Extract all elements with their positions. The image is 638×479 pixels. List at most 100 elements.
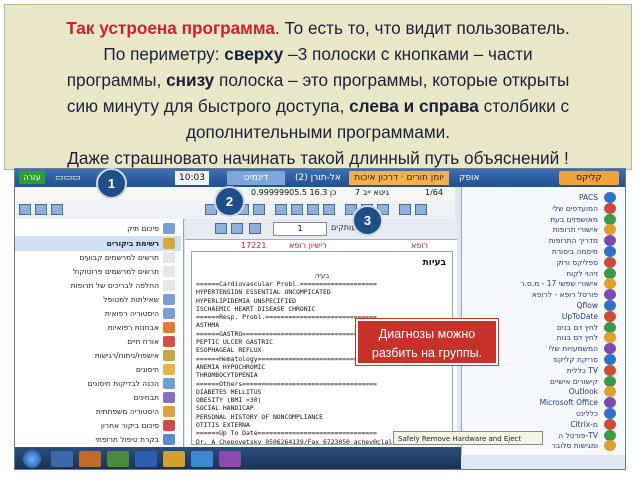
callout-line2: разбить на группы. (371, 346, 483, 360)
tree-item[interactable]: אורח חיים (15, 334, 181, 349)
caption-line4a: сию минуту для быстрого доступа, (66, 96, 350, 116)
lab-icon[interactable] (291, 204, 303, 215)
tree-item[interactable]: תרשים למרשמים קבועים (15, 250, 181, 265)
caption-line2a: По периметру: (103, 44, 225, 64)
vaccine-prep-icon (163, 378, 175, 389)
tree-item[interactable]: היסטוריה משפחתית (15, 404, 181, 419)
tree-item-label: בקרת טיפול תרופתי (95, 435, 159, 444)
tree-item[interactable]: תבחינים (15, 390, 181, 405)
print-icon[interactable] (51, 204, 63, 215)
mail-icon[interactable] (399, 204, 411, 215)
doc-line: ISCHAEMIC HEART DISEASE CHRONIC (196, 304, 316, 313)
tree-item-label: היסטוריה רפואית (104, 309, 159, 318)
taskbar-app-icon[interactable] (51, 451, 73, 467)
tab-dinamit[interactable]: דינמיט (227, 171, 285, 185)
taskbar-app-icon[interactable] (191, 451, 213, 467)
tree-item[interactable]: אבחנות רפואיות (15, 320, 181, 335)
medication-icon (163, 434, 175, 445)
folder-icon (163, 308, 175, 319)
print-icon[interactable] (215, 223, 227, 234)
taskbar-app-icon[interactable] (163, 451, 185, 467)
tree-item[interactable]: תרשים למרשמים פרוטוקול (15, 264, 181, 279)
caption-line3b: снизу (166, 70, 215, 90)
caption-line3c: полоска – это программы, которые открыты (214, 70, 570, 90)
license-label: רישיון רופא (289, 241, 327, 250)
patient-id: 0.99999905.5 כן 16.3 (251, 188, 337, 197)
copies-input[interactable]: 1 (273, 222, 327, 236)
document-icon (163, 266, 175, 277)
doc-line: HYPERTENSION ESSENTIAL UNCOMPICATED (196, 288, 331, 297)
phone-icon[interactable] (415, 204, 427, 215)
caption-box: Так устроена программа. То есть то, что … (4, 4, 632, 170)
caption-line5: дополнительными программами. (185, 122, 451, 142)
tree-item-label: אורח חיים (127, 337, 159, 346)
tree-item-label: סיכום ביקור אחרון (100, 421, 159, 430)
tests-icon (163, 392, 175, 403)
app-screenshot: עזרה ▭▭▭ 10:03 דינמיט אל-תורן (2) יומן ת… (14, 168, 626, 470)
list-icon[interactable] (323, 204, 335, 215)
tree-item[interactable]: היסטוריה רפואית (15, 306, 181, 321)
right-program-label: ומגישות סלובר (551, 441, 598, 451)
app-tab-1[interactable]: ▭▭▭ (51, 171, 85, 185)
tree-item-label: אבחנות רפואיות (107, 323, 159, 332)
caption-text: Так устроена программа. То есть то, что … (5, 5, 631, 171)
tree-item[interactable]: סיכום תיק (15, 221, 181, 236)
folder-icon (163, 238, 175, 249)
taskbar-app-icon[interactable] (79, 451, 101, 467)
tab-yoman[interactable]: יומן תורים · דרכון איכות (349, 171, 449, 185)
tree-item-label: הכנה לבדיקות חיסונים (87, 379, 159, 388)
tab-ofek[interactable]: אופק (455, 171, 483, 185)
tree-item[interactable]: בקרת טיפול תרופתי (15, 432, 181, 447)
document-icon (163, 280, 175, 291)
tree-item[interactable]: הכנה לבדיקות חיסונים (15, 376, 181, 391)
note-icon[interactable] (275, 204, 287, 215)
doc-line: OTITIS EXTERNA (196, 421, 250, 430)
refresh-icon[interactable] (249, 223, 261, 234)
doc-line: ======Others============================… (196, 379, 377, 388)
diagnosis-icon (163, 322, 175, 333)
caption-line4b: слева и справа (349, 96, 479, 116)
tree-item[interactable]: שאילתות למטופל (15, 292, 181, 307)
preview-icon[interactable] (231, 223, 243, 234)
doc-line: HYPERLIPIDEMIA UNSPECIFIED (196, 296, 297, 305)
caption-line6: Даже страшновато начинать такой длинный … (67, 148, 569, 168)
caption-heading: Так устроена программа (66, 18, 275, 38)
taskbar-app-icon[interactable] (219, 451, 241, 467)
doc-line: DIABETES MELLITUS (196, 387, 262, 396)
caption-line1: . То есть то, что видит пользователь. (274, 18, 570, 38)
license-number: 17221 (241, 241, 267, 250)
clock: 10:03 (175, 171, 209, 185)
tree-item[interactable]: סיכום ביקור אחרון (15, 418, 181, 433)
doc-line: OBESITY (BMI >30) (196, 396, 262, 405)
lifestyle-icon (163, 336, 175, 347)
search-icon[interactable] (253, 204, 265, 215)
tree-item-label: רשימת ביקורים (106, 239, 159, 248)
family-icon (163, 406, 175, 417)
doc-line: THROMBOCYTOPENIA (196, 371, 258, 380)
home-icon[interactable] (19, 204, 31, 215)
taskbar-app-icon[interactable] (135, 451, 157, 467)
tree-item[interactable]: החלפה לבריכים של תרופות (15, 278, 181, 293)
doc-title: בעיות (422, 258, 446, 268)
left-sidebar: סיכום תיק רשימת ביקורים תרשים למרשמים קב… (15, 219, 184, 447)
tab-alt[interactable]: אל-תורן (2) (291, 171, 345, 185)
tree-item[interactable]: אישפוז/ניתוח/רגישות (15, 348, 181, 363)
tree-item-label: תרשים למרשמים פרוטוקול (72, 267, 159, 276)
tab-clicks[interactable]: קליקס (559, 171, 619, 185)
image-icon[interactable] (307, 204, 319, 215)
tree-item-label: היסטוריה משפחתית (95, 407, 159, 416)
doc-line: ======Cardiovascular Probl.=============… (196, 280, 377, 288)
tree-item-selected[interactable]: רשימת ביקורים (15, 236, 181, 251)
doc-subtitle: בעיה (314, 272, 330, 280)
folder-icon (163, 223, 175, 234)
tree-item[interactable]: חיסונים (15, 362, 181, 377)
vaccine-icon (163, 364, 175, 375)
folder-icon[interactable] (35, 204, 47, 215)
start-icon[interactable] (23, 450, 41, 468)
taskbar-app-icon[interactable] (107, 451, 129, 467)
caption-line2b: сверху (224, 44, 284, 64)
help-button[interactable]: עזרה (19, 171, 45, 184)
document-toolbar: 1 עותקים (185, 219, 457, 240)
tree-item-label: החלפה לבריכים של תרופות (70, 281, 159, 290)
tab-yoman-label: יומן תורים (406, 173, 444, 183)
